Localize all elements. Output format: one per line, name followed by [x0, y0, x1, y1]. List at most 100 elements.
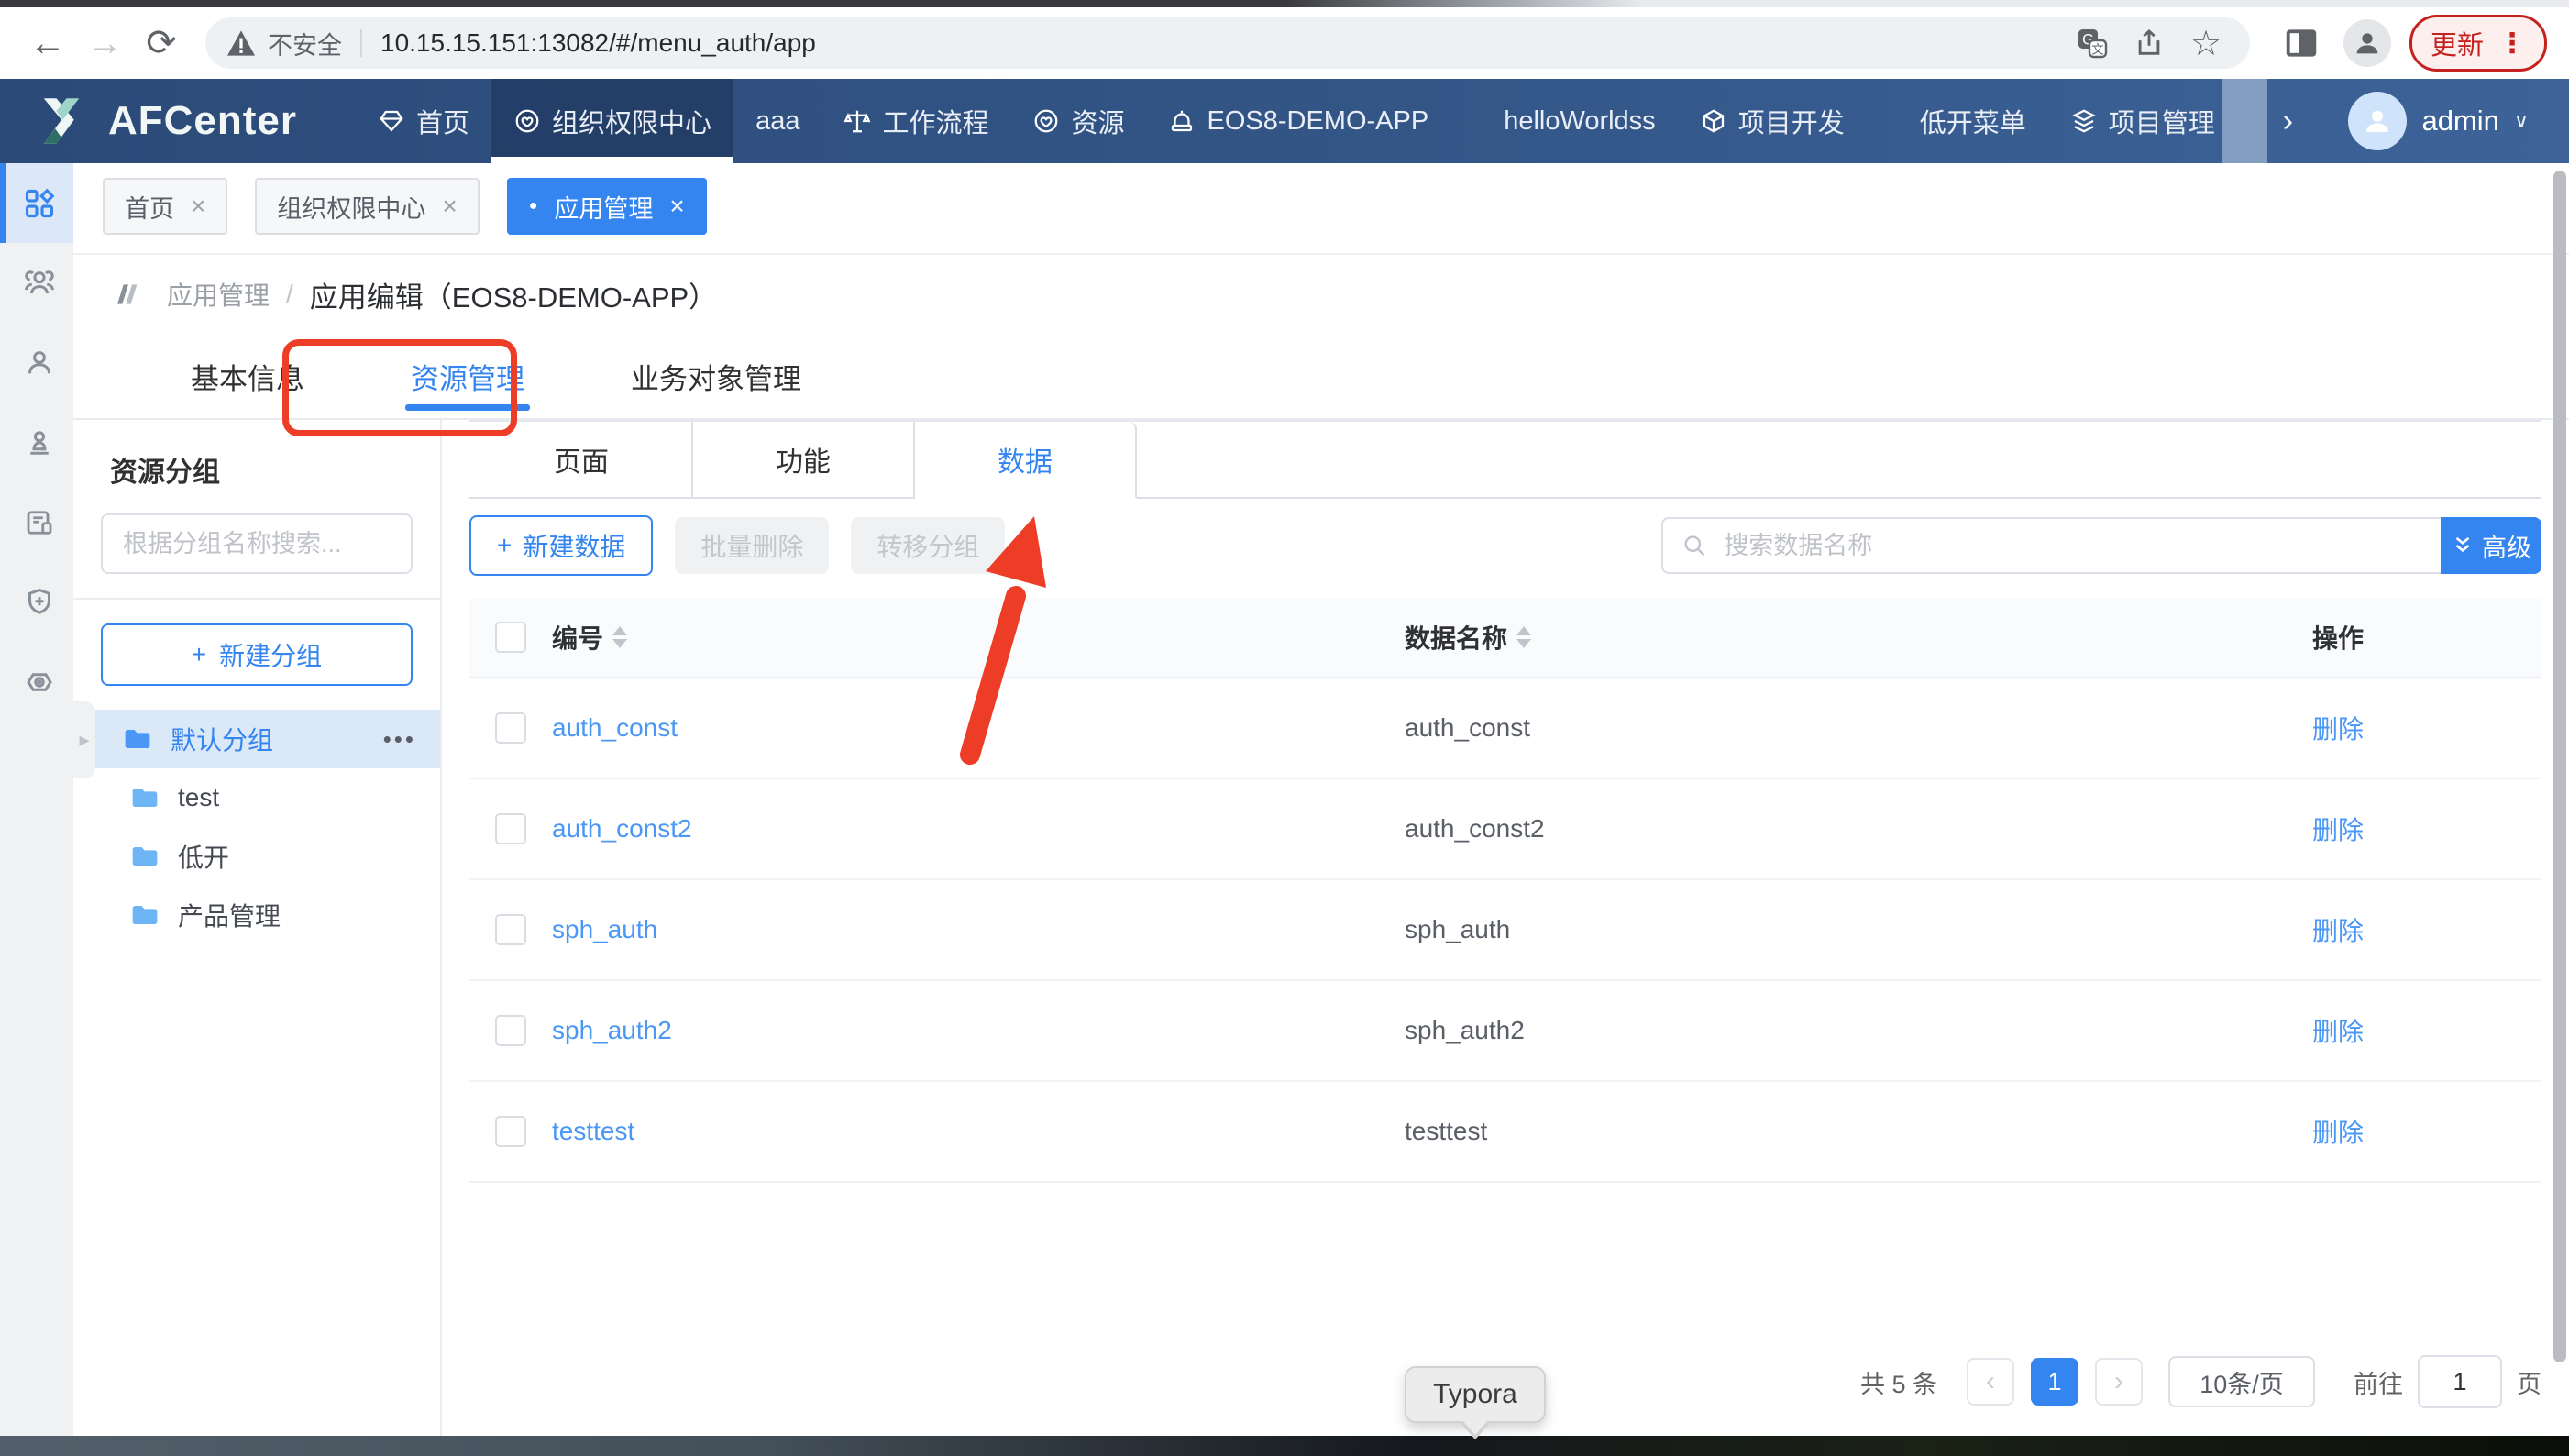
- back-icon: ←: [29, 23, 66, 64]
- sidebar-collapse-handle[interactable]: ▸: [73, 701, 95, 778]
- search-icon: [1681, 532, 1707, 559]
- brand-logo[interactable]: AFCenter: [31, 79, 297, 163]
- page-size-select[interactable]: 10条/页: [2168, 1356, 2315, 1407]
- update-label: 更新: [2431, 24, 2484, 62]
- tab-functions[interactable]: 功能: [693, 422, 915, 497]
- browser-forward-button[interactable]: →: [79, 17, 130, 69]
- rail-item-user[interactable]: [0, 323, 73, 403]
- data-id-link[interactable]: sph_auth2: [552, 1016, 1405, 1045]
- data-id-link[interactable]: sph_auth: [552, 915, 1405, 944]
- new-data-button[interactable]: + 新建数据: [469, 515, 653, 576]
- prev-page-button[interactable]: ‹: [1967, 1358, 2014, 1406]
- delete-link[interactable]: 删除: [2312, 1012, 2541, 1049]
- data-toolbar: + 新建数据 批量删除 转移分组 高级: [469, 515, 2541, 576]
- tab-pages[interactable]: 页面: [469, 422, 693, 497]
- translate-icon[interactable]: G文: [2068, 19, 2116, 67]
- rail-item-monitor-eye[interactable]: [0, 642, 73, 722]
- page-tab-home[interactable]: 首页 ×: [103, 178, 227, 235]
- data-id-link[interactable]: testtest: [552, 1117, 1405, 1146]
- page-tab-app-mgmt[interactable]: ● 应用管理 ×: [507, 178, 707, 235]
- rail-item-user-groups[interactable]: [0, 243, 73, 323]
- page-title: 应用编辑（EOS8-DEMO-APP）: [310, 274, 717, 315]
- delete-link[interactable]: 删除: [2312, 1113, 2541, 1150]
- breadcrumb: 应用管理 / 应用编辑（EOS8-DEMO-APP）: [73, 255, 2569, 334]
- address-bar[interactable]: 不安全 10.15.15.151:13082/#/menu_auth/app G…: [205, 17, 2250, 69]
- tab-business-object-mgmt[interactable]: 业务对象管理: [578, 334, 854, 418]
- data-search-input[interactable]: [1722, 531, 2422, 561]
- left-icon-rail: [0, 163, 73, 1436]
- browser-profile-avatar[interactable]: [2343, 19, 2391, 67]
- group-item-test[interactable]: test: [73, 768, 440, 827]
- page-unit-label: 页: [2517, 1364, 2541, 1400]
- new-group-button[interactable]: + 新建分组: [101, 623, 413, 686]
- plus-icon: +: [192, 640, 206, 669]
- select-all-checkbox[interactable]: [495, 622, 526, 653]
- browser-update-menu-button[interactable]: 更新 ⋮: [2409, 15, 2547, 72]
- row-checkbox[interactable]: [495, 813, 526, 844]
- browser-reload-button[interactable]: ⟳: [136, 17, 187, 69]
- delete-link[interactable]: 删除: [2312, 911, 2541, 948]
- nav-item-workflow[interactable]: 工作流程: [821, 79, 1010, 163]
- table-row: sph_auth sph_auth 删除: [469, 880, 2541, 981]
- nav-item-aaa[interactable]: aaa: [733, 79, 821, 163]
- batch-delete-button[interactable]: 批量删除: [675, 517, 829, 574]
- reload-icon: ⟳: [146, 22, 177, 64]
- close-icon[interactable]: ×: [669, 192, 684, 221]
- group-item-default[interactable]: 默认分组 •••: [73, 710, 440, 768]
- row-checkbox[interactable]: [495, 1116, 526, 1147]
- group-item-product-mgmt[interactable]: 产品管理: [73, 886, 440, 944]
- nav-item-home[interactable]: 首页: [356, 79, 491, 163]
- group-search-box: [101, 513, 413, 574]
- next-page-button[interactable]: ›: [2095, 1358, 2143, 1406]
- address-divider: [360, 29, 362, 57]
- user-menu[interactable]: admin ∨: [2308, 79, 2569, 163]
- sort-icon[interactable]: [1516, 626, 1531, 648]
- rail-item-shield-add[interactable]: [0, 562, 73, 642]
- nav-overflow-button[interactable]: ›: [2267, 79, 2308, 163]
- brand-name: AFCenter: [108, 98, 297, 144]
- row-checkbox[interactable]: [495, 712, 526, 744]
- handle-chevron-icon: ▸: [79, 728, 89, 752]
- nav-item-lowcode-menu[interactable]: 低开菜单: [1898, 79, 2048, 163]
- nav-item-eos8-demo-app[interactable]: EOS8-DEMO-APP: [1146, 79, 1450, 163]
- page-tab-org-auth[interactable]: 组织权限中心 ×: [255, 178, 479, 235]
- desktop-bottom-strip: [0, 1436, 2569, 1456]
- rail-item-news-doc[interactable]: [0, 482, 73, 562]
- delete-link[interactable]: 删除: [2312, 811, 2541, 847]
- share-icon[interactable]: [2125, 19, 2173, 67]
- sort-icon[interactable]: [612, 626, 627, 648]
- data-id-link[interactable]: auth_const2: [552, 814, 1405, 844]
- nav-item-project-mgmt[interactable]: 项目管理: [2048, 79, 2222, 163]
- row-checkbox[interactable]: [495, 1015, 526, 1046]
- data-id-link[interactable]: auth_const: [552, 713, 1405, 743]
- bookmark-star-icon[interactable]: ☆: [2182, 19, 2230, 67]
- group-search-input[interactable]: [121, 529, 392, 559]
- nav-item-helloworldss[interactable]: helloWorldss: [1482, 79, 1677, 163]
- shield-plus-icon: [23, 586, 56, 619]
- side-panel-icon[interactable]: [2277, 19, 2325, 67]
- nav-item-org-auth-center[interactable]: 组织权限中心: [491, 79, 733, 163]
- browser-back-button[interactable]: ←: [22, 17, 73, 69]
- close-icon[interactable]: ×: [191, 192, 205, 221]
- nav-item-resources[interactable]: 资源: [1010, 79, 1146, 163]
- goto-page-input[interactable]: [2418, 1355, 2502, 1408]
- delete-link[interactable]: 删除: [2312, 710, 2541, 746]
- more-dots-icon[interactable]: •••: [383, 725, 416, 754]
- current-page-button[interactable]: 1: [2031, 1358, 2078, 1406]
- tab-resource-mgmt[interactable]: 资源管理: [358, 334, 578, 418]
- group-item-lowcode[interactable]: 低开: [73, 827, 440, 886]
- resource-group-sidebar: 资源分组 + 新建分组 默认分组 •••: [73, 420, 442, 1436]
- transfer-group-button[interactable]: 转移分组: [851, 517, 1005, 574]
- rail-item-apps[interactable]: [0, 163, 73, 243]
- svg-text:文: 文: [2091, 42, 2104, 56]
- row-checkbox[interactable]: [495, 914, 526, 945]
- tab-basic-info[interactable]: 基本信息: [138, 334, 358, 418]
- breadcrumb-parent[interactable]: 应用管理: [167, 276, 270, 313]
- nav-item-project-dev[interactable]: 项目开发: [1678, 79, 1867, 163]
- advanced-search-button[interactable]: 高级: [2441, 517, 2541, 574]
- tab-data[interactable]: 数据: [915, 422, 1137, 499]
- rail-item-role-seal[interactable]: [0, 403, 73, 482]
- close-icon[interactable]: ×: [442, 192, 457, 221]
- table-header: 编号 数据名称 操作: [469, 598, 2541, 678]
- page-scrollbar[interactable]: [2553, 171, 2566, 1362]
